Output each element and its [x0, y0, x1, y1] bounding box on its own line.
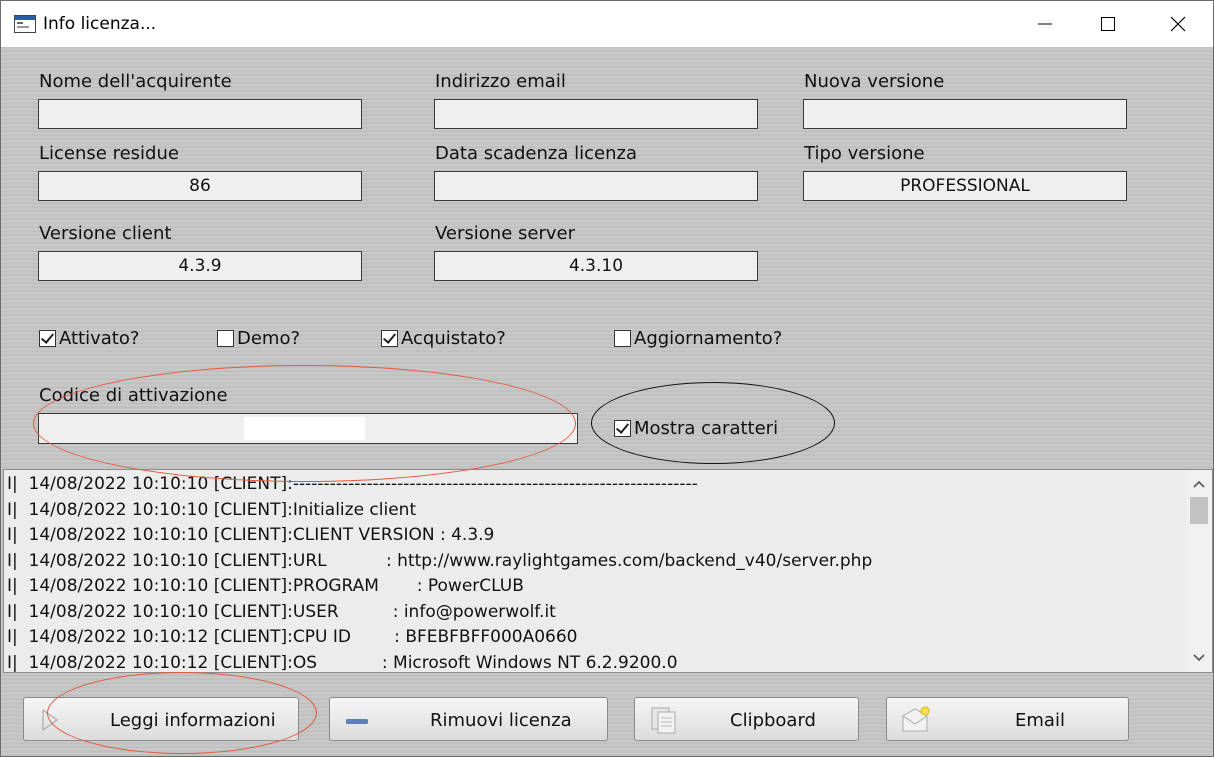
redacted-code-block: [244, 417, 365, 440]
clipboard-button[interactable]: Clipboard: [634, 697, 859, 741]
log-scrollbar[interactable]: [1186, 470, 1212, 672]
remove-license-button[interactable]: Rimuovi licenza: [329, 697, 608, 741]
demo-checkbox-label: Demo?: [237, 328, 301, 349]
activation-code-label: Codice di attivazione: [39, 385, 228, 406]
purchased-checkbox[interactable]: [381, 330, 398, 347]
read-info-button[interactable]: Leggi informazioni: [23, 697, 299, 741]
play-icon: [42, 708, 59, 732]
activation-code-field[interactable]: [38, 413, 578, 444]
license-info-window: Info licenza... Nome dell'acquirente Ind…: [0, 0, 1214, 757]
clipboard-button-label: Clipboard: [730, 710, 816, 731]
activated-checkbox[interactable]: [39, 330, 56, 347]
server-version-field[interactable]: 4.3.10: [434, 251, 758, 281]
window-title: Info licenza...: [43, 14, 157, 34]
clipboard-icon: [651, 707, 676, 734]
log-line: I| 14/08/2022 10:10:10 [CLIENT]:Initiali…: [7, 500, 417, 520]
chevron-up-icon: [1193, 480, 1205, 488]
email-label: Indirizzo email: [435, 71, 566, 92]
client-version-field[interactable]: 4.3.9: [38, 251, 362, 281]
buyer-name-label: Nome dell'acquirente: [39, 71, 232, 92]
title-bar[interactable]: Info licenza...: [1, 1, 1213, 47]
purchased-checkbox-label: Acquistato?: [401, 328, 506, 349]
log-line: I| 14/08/2022 10:10:10 [CLIENT]:URL : ht…: [7, 551, 873, 571]
demo-checkbox[interactable]: [217, 330, 234, 347]
remove-license-button-label: Rimuovi licenza: [430, 710, 572, 731]
new-version-label: Nuova versione: [804, 71, 945, 92]
email-button-label: Email: [1015, 710, 1065, 731]
log-line: I| 14/08/2022 10:10:10 [CLIENT]:USER : i…: [7, 602, 556, 622]
server-version-label: Versione server: [435, 223, 575, 244]
buyer-name-field[interactable]: [38, 99, 362, 129]
version-type-label: Tipo versione: [804, 143, 925, 164]
show-chars-checkbox-row[interactable]: Mostra caratteri: [614, 418, 778, 439]
close-button[interactable]: [1149, 1, 1207, 47]
update-checkbox-label: Aggiornamento?: [634, 328, 783, 349]
demo-checkbox-row[interactable]: Demo?: [217, 328, 300, 349]
expiry-date-label: Data scadenza licenza: [435, 143, 637, 164]
minimize-icon: [1038, 23, 1052, 25]
version-type-field[interactable]: PROFESSIONAL: [803, 171, 1127, 201]
client-version-label: Versione client: [39, 223, 172, 244]
log-line: I| 14/08/2022 10:10:12 [CLIENT]:OS : Mic…: [7, 653, 678, 673]
activated-checkbox-label: Attivato?: [59, 328, 140, 349]
scroll-up-button[interactable]: [1186, 472, 1212, 496]
new-version-field[interactable]: [803, 99, 1127, 129]
app-window-icon: [14, 15, 36, 33]
maximize-button[interactable]: [1079, 1, 1137, 47]
log-line: I| 14/08/2022 10:10:10 [CLIENT]:CLIENT V…: [7, 525, 495, 545]
scroll-thumb[interactable]: [1190, 497, 1208, 524]
update-checkbox-row[interactable]: Aggiornamento?: [614, 328, 782, 349]
email-field[interactable]: [434, 99, 758, 129]
email-button[interactable]: Email: [886, 697, 1129, 741]
show-chars-checkbox-label: Mostra caratteri: [634, 418, 779, 439]
dialog-body: Nome dell'acquirente Indirizzo email Nuo…: [1, 47, 1213, 756]
read-info-button-label: Leggi informazioni: [110, 710, 276, 731]
log-line: I| 14/08/2022 10:10:10 [CLIENT]:--------…: [7, 474, 698, 494]
envelope-icon: [902, 706, 930, 732]
licenses-left-label: License residue: [39, 143, 179, 164]
update-checkbox[interactable]: [614, 330, 631, 347]
maximize-icon: [1101, 17, 1115, 31]
licenses-left-field[interactable]: 86: [38, 171, 362, 201]
log-line: I| 14/08/2022 10:10:10 [CLIENT]:PROGRAM …: [7, 576, 524, 596]
minus-icon: [346, 719, 368, 724]
activated-checkbox-row[interactable]: Attivato?: [39, 328, 139, 349]
close-icon: [1170, 16, 1186, 32]
chevron-down-icon: [1193, 654, 1205, 662]
scroll-down-button[interactable]: [1186, 646, 1212, 670]
log-listbox[interactable]: I| 14/08/2022 10:10:10 [CLIENT]:--------…: [3, 469, 1213, 673]
purchased-checkbox-row[interactable]: Acquistato?: [381, 328, 506, 349]
expiry-date-field[interactable]: [434, 171, 758, 201]
show-chars-checkbox[interactable]: [614, 420, 631, 437]
log-line: I| 14/08/2022 10:10:12 [CLIENT]:CPU ID :…: [7, 627, 578, 647]
minimize-button[interactable]: [1016, 1, 1074, 47]
